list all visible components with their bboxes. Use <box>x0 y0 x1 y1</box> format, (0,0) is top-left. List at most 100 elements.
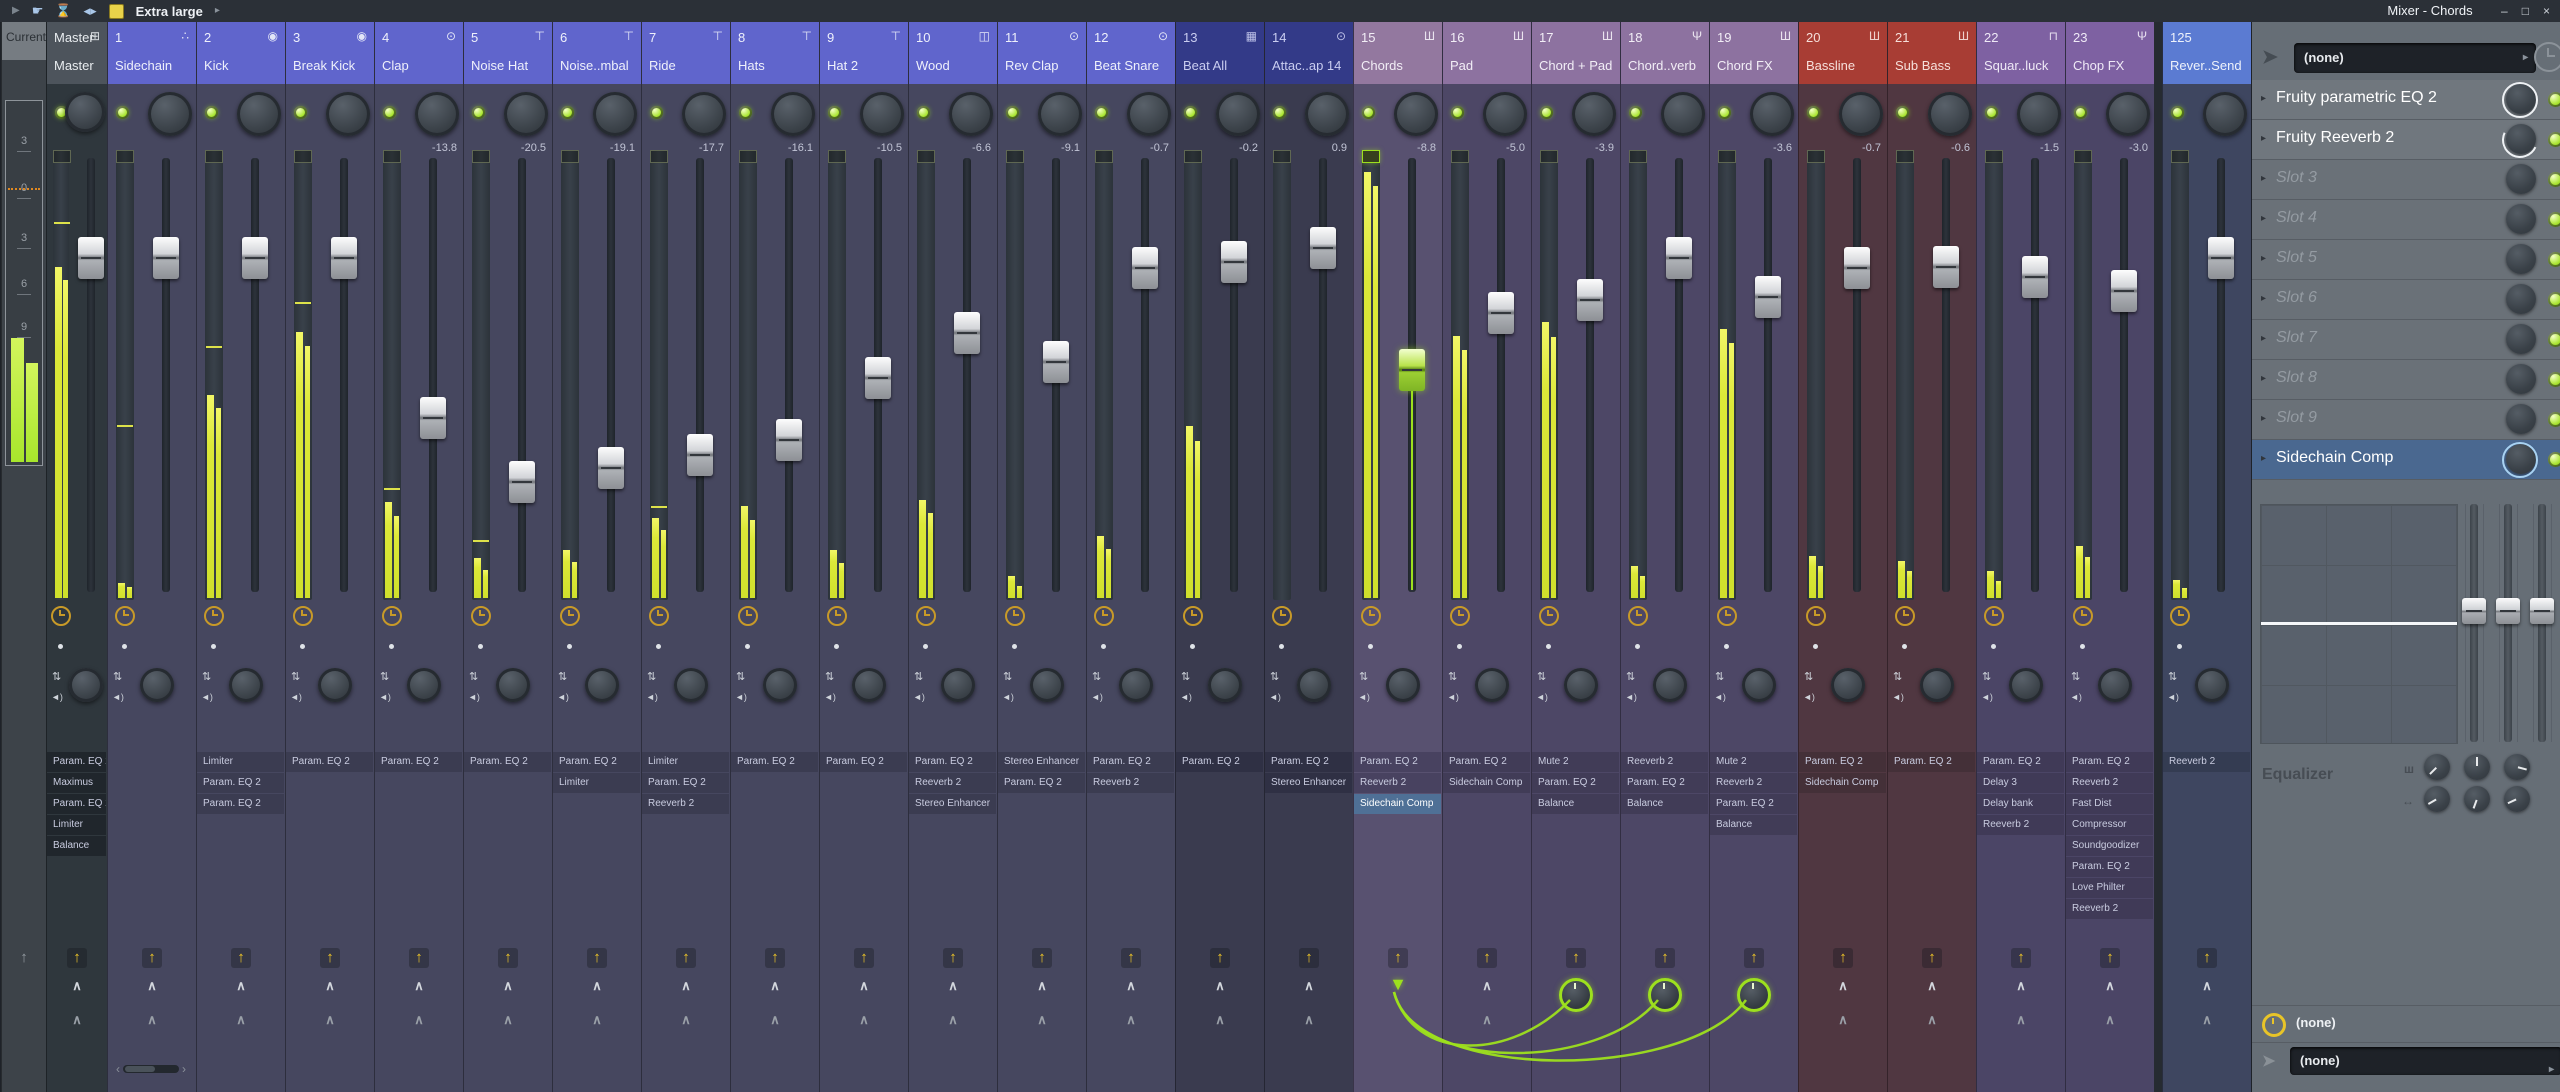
channel-strip-kick[interactable]: 2 ◉ Kick ⇅ ◄) Limiter Param. EQ 2 Param. EQ 2 ↑ ∧… <box>196 22 285 1092</box>
speaker-icon[interactable]: ◄) <box>557 692 569 702</box>
stereo-swap-icon[interactable]: ⇅ <box>1626 670 1635 683</box>
channel-header[interactable]: 9 ⊤ Hat 2 <box>820 22 908 84</box>
scroll-left-icon[interactable]: ‹ <box>116 1062 120 1076</box>
speaker-icon[interactable]: ◄) <box>2167 692 2179 702</box>
scrollbar-handle[interactable] <box>125 1066 155 1072</box>
stereo-swap-icon[interactable]: ⇅ <box>1003 670 1012 683</box>
channel-enable-led[interactable] <box>205 106 218 119</box>
plugin-slot-row[interactable]: Param. EQ 2 <box>1354 752 1441 772</box>
pan-knob[interactable] <box>148 92 192 136</box>
send-to-master-arrow-icon[interactable]: ↑ <box>142 948 162 968</box>
send-to-master-arrow-icon[interactable]: ↑ <box>1744 948 1764 968</box>
stereo-swap-icon[interactable]: ⇅ <box>380 670 389 683</box>
record-dot[interactable] <box>1635 644 1640 649</box>
effect-slot-slot-7[interactable]: ▸ Slot 7 <box>2252 320 2560 360</box>
latency-clock-icon[interactable] <box>2073 606 2093 626</box>
fader-handle[interactable] <box>687 434 713 476</box>
channel-enable-led[interactable] <box>1451 106 1464 119</box>
speaker-icon[interactable]: ◄) <box>1269 692 1281 702</box>
pan-knob[interactable] <box>237 92 281 136</box>
plugin-slot-row[interactable]: Reeverb 2 <box>1710 773 1797 793</box>
channel-enable-led[interactable] <box>561 106 574 119</box>
volume-fader[interactable] <box>416 150 450 600</box>
equalizer-graph[interactable] <box>2260 504 2458 744</box>
volume-fader[interactable] <box>1039 150 1073 600</box>
stereo-separation-knob[interactable] <box>229 668 263 702</box>
pan-knob[interactable] <box>1127 92 1171 136</box>
time-clock-icon[interactable] <box>2262 1013 2286 1037</box>
latency-clock-icon[interactable] <box>1895 606 1915 626</box>
stereo-separation-knob[interactable] <box>674 668 708 702</box>
channel-enable-led[interactable] <box>1896 106 1909 119</box>
time-value[interactable]: (none) <box>2296 1015 2336 1030</box>
slot-mix-knob[interactable] <box>2506 324 2536 354</box>
volume-fader[interactable] <box>683 150 717 600</box>
channel-header[interactable]: 22 ⊓ Squar..luck <box>1977 22 2065 84</box>
slot-menu-arrow-icon[interactable]: ▸ <box>2261 293 2266 304</box>
stereo-swap-icon[interactable]: ⇅ <box>2071 670 2080 683</box>
plugin-slot-row[interactable]: Mute 2 <box>1710 752 1797 772</box>
fader-handle[interactable] <box>1399 349 1425 391</box>
volume-fader[interactable] <box>2204 150 2238 600</box>
channel-strip-attac-ap-14[interactable]: 14 ⊙ Attac..ap 14 0.9 ⇅ ◄) Param. EQ 2 Stereo E… <box>1264 22 1353 1092</box>
slot-mix-knob[interactable] <box>2506 364 2536 394</box>
stereo-separation-knob[interactable] <box>140 668 174 702</box>
speaker-icon[interactable]: ◄) <box>1536 692 1548 702</box>
channel-enable-led[interactable] <box>739 106 752 119</box>
speaker-icon[interactable]: ◄) <box>1625 692 1637 702</box>
send-to-master-arrow-icon[interactable]: ↑ <box>1299 948 1319 968</box>
record-dot[interactable] <box>656 644 661 649</box>
send-to-master-arrow-icon[interactable]: ↑ <box>943 948 963 968</box>
channel-enable-led[interactable] <box>650 106 663 119</box>
channel-header[interactable]: 12 ⊙ Beat Snare <box>1087 22 1175 84</box>
channel-header[interactable]: 5 ⊤ Noise Hat <box>464 22 552 84</box>
send-to-master-arrow-icon[interactable]: ↑ <box>2100 948 2120 968</box>
speaker-icon[interactable]: ◄) <box>290 692 302 702</box>
volume-fader[interactable] <box>1128 150 1162 600</box>
latency-clock-icon[interactable] <box>2170 606 2190 626</box>
minimize-button[interactable]: – <box>2501 0 2508 22</box>
stereo-separation-knob[interactable] <box>1742 668 1776 702</box>
stereo-swap-icon[interactable]: ⇅ <box>291 670 300 683</box>
stereo-swap-icon[interactable]: ⇅ <box>1092 670 1101 683</box>
channel-enable-led[interactable] <box>116 106 129 119</box>
channel-enable-led[interactable] <box>1540 106 1553 119</box>
record-dot[interactable] <box>1457 644 1462 649</box>
speaker-icon[interactable]: ◄) <box>1002 692 1014 702</box>
fader-handle[interactable] <box>2022 256 2048 298</box>
stereo-swap-icon[interactable]: ⇅ <box>1181 670 1190 683</box>
channel-strip-hat-2[interactable]: 9 ⊤ Hat 2 -10.5 ⇅ ◄) Param. EQ 2 ↑ ∧ ∧ <box>819 22 908 1092</box>
record-dot[interactable] <box>58 644 63 649</box>
speaker-icon[interactable]: ◄) <box>1180 692 1192 702</box>
volume-fader[interactable] <box>950 150 984 600</box>
channel-strip-beat-snare[interactable]: 12 ⊙ Beat Snare -0.7 ⇅ ◄) Param. EQ 2 Reeverb 2… <box>1086 22 1175 1092</box>
channel-header[interactable]: 1 ∴ Sidechain <box>108 22 196 84</box>
send-to-master-arrow-icon[interactable]: ↑ <box>1477 948 1497 968</box>
record-dot[interactable] <box>300 644 305 649</box>
plugin-slot-row[interactable]: Param. EQ 2 <box>197 794 284 814</box>
effect-slot-slot-6[interactable]: ▸ Slot 6 <box>2252 280 2560 320</box>
pan-knob[interactable] <box>1661 92 1705 136</box>
eq-band-knob-2[interactable] <box>2464 786 2490 812</box>
stereo-swap-icon[interactable]: ⇅ <box>52 670 61 683</box>
record-dot[interactable] <box>2177 644 2182 649</box>
record-dot[interactable] <box>745 644 750 649</box>
stereo-separation-knob[interactable] <box>763 668 797 702</box>
plugin-slot-row[interactable]: Compressor <box>2066 815 2153 835</box>
speaker-icon[interactable]: ◄) <box>1714 692 1726 702</box>
record-dot[interactable] <box>122 644 127 649</box>
channel-strip-noise-hat[interactable]: 5 ⊤ Noise Hat -20.5 ⇅ ◄) Param. EQ 2 ↑ ∧ ∧ <box>463 22 552 1092</box>
channel-strip-rev-clap[interactable]: 11 ⊙ Rev Clap -9.1 ⇅ ◄) Stereo Enhancer Param. … <box>997 22 1086 1092</box>
send-to-master-arrow-icon[interactable]: ↑ <box>676 948 696 968</box>
channel-enable-led[interactable] <box>2171 106 2184 119</box>
stereo-separation-knob[interactable] <box>1119 668 1153 702</box>
stereo-separation-knob[interactable] <box>2098 668 2132 702</box>
stereo-separation-knob[interactable] <box>1831 668 1865 702</box>
volume-fader[interactable] <box>505 150 539 600</box>
stereo-separation-knob[interactable] <box>1564 668 1598 702</box>
sidechain-send-knob[interactable] <box>1737 978 1771 1012</box>
slot-enable-led[interactable] <box>2548 292 2560 307</box>
latency-clock-icon[interactable] <box>560 606 580 626</box>
speaker-icon[interactable]: ◄) <box>1358 692 1370 702</box>
slot-mix-knob[interactable] <box>2506 284 2536 314</box>
